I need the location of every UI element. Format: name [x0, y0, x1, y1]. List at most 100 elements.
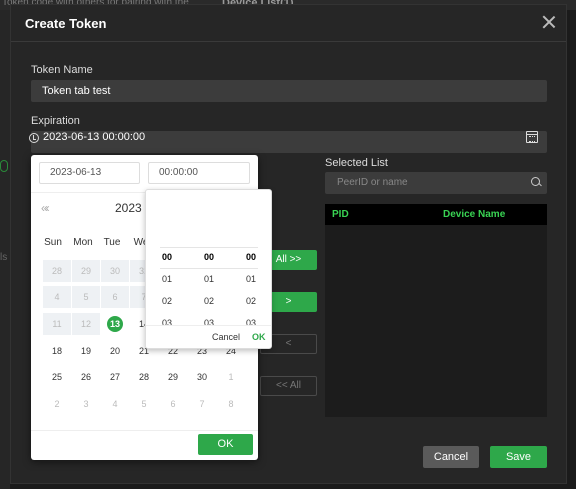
time-option-seconds[interactable]: 00: [236, 252, 266, 262]
picker-ok-button[interactable]: OK: [198, 434, 253, 455]
calendar-day[interactable]: 7: [188, 393, 216, 415]
calendar-day-number: 25: [51, 372, 62, 382]
calendar-day-number: 7: [199, 399, 205, 409]
picker-footer-divider: [31, 430, 258, 431]
selected-search-input[interactable]: PeerID or name: [325, 172, 547, 194]
calendar-day-number: 29: [167, 372, 178, 382]
token-name-label: Token Name: [31, 64, 93, 76]
time-option-minutes[interactable]: 01: [194, 274, 224, 284]
calendar-day-number: 27: [109, 372, 120, 382]
calendar-day[interactable]: 27: [101, 366, 129, 388]
calendar-day-number: 18: [51, 346, 62, 356]
calendar-day-number: 8: [228, 399, 234, 409]
calendar-day[interactable]: 20: [101, 340, 129, 362]
calendar-day[interactable]: 29: [72, 260, 100, 282]
calendar-day[interactable]: 26: [72, 366, 100, 388]
column-header-pid: PID: [332, 209, 349, 220]
calendar-day[interactable]: 12: [72, 313, 100, 335]
time-option-seconds[interactable]: 01: [236, 274, 266, 284]
calendar-day-number: 4: [112, 399, 118, 409]
calendar-day-number: 30: [196, 372, 207, 382]
calendar-day[interactable]: 11: [43, 313, 71, 335]
calendar-day[interactable]: 18: [43, 340, 71, 362]
calendar-day[interactable]: 13: [101, 313, 129, 335]
calendar-day-number: 2: [54, 399, 60, 409]
table-header: PID Device Name: [325, 204, 547, 225]
save-button[interactable]: Save: [490, 446, 547, 468]
time-footer-divider: [146, 325, 271, 326]
calendar-day-number: 28: [51, 266, 62, 276]
calendar-day-number: 6: [170, 399, 176, 409]
calendar-day[interactable]: 30: [188, 366, 216, 388]
calendar-day[interactable]: 6: [159, 393, 187, 415]
calendar-icon[interactable]: [526, 131, 538, 143]
expiration-value: 2023-06-13 00:00:00: [43, 131, 146, 143]
cancel-button[interactable]: Cancel: [423, 446, 479, 468]
search-icon[interactable]: [531, 177, 541, 187]
time-spinner-panel: 00 01 02 03 00 01 02 03 00 01 02 03 Cancel OK: [145, 189, 272, 349]
calendar-day[interactable]: 5: [72, 286, 100, 308]
calendar-day[interactable]: 3: [72, 393, 100, 415]
time-option-seconds[interactable]: 02: [236, 296, 266, 306]
selected-list-label: Selected List: [325, 157, 388, 169]
calendar-day[interactable]: 25: [43, 366, 71, 388]
dialog-title: Create Token: [25, 16, 107, 31]
calendar-day[interactable]: 28: [130, 366, 158, 388]
move-all-left-button[interactable]: << All: [260, 376, 317, 396]
search-placeholder: PeerID or name: [337, 177, 408, 188]
token-name-input[interactable]: Token tab test: [31, 80, 547, 102]
weekday-header: Mon: [73, 237, 93, 248]
calendar-day-number: 28: [138, 372, 149, 382]
weekday-header: Tue: [103, 237, 121, 248]
calendar-day-number: 11: [52, 319, 62, 329]
clock-icon: [29, 133, 39, 143]
time-option-minutes[interactable]: 00: [194, 252, 224, 262]
calendar-day-number: 5: [141, 399, 147, 409]
calendar-day[interactable]: 28: [43, 260, 71, 282]
calendar-day-number: 19: [80, 346, 91, 356]
dialog-header: Create Token: [11, 5, 566, 42]
picker-time-input[interactable]: 00:00:00: [148, 162, 250, 184]
calendar-day-number: 6: [112, 292, 118, 302]
time-option-hours[interactable]: 03: [152, 318, 182, 328]
calendar-day[interactable]: 8: [217, 393, 245, 415]
weekday-header: Sun: [44, 237, 62, 248]
close-icon[interactable]: [542, 15, 556, 29]
time-option-minutes[interactable]: 03: [194, 318, 224, 328]
background-left-column: [0, 10, 10, 489]
time-option-seconds[interactable]: 03: [236, 318, 266, 328]
selected-list-table: PID Device Name: [325, 204, 547, 417]
calendar-day-number: 12: [80, 319, 91, 329]
picker-year-label[interactable]: 2023: [115, 201, 142, 215]
calendar-day[interactable]: 5: [130, 393, 158, 415]
calendar-day[interactable]: 2: [43, 393, 71, 415]
calendar-day-number: 4: [54, 292, 60, 302]
time-option-hours[interactable]: 02: [152, 296, 182, 306]
calendar-day[interactable]: 4: [101, 393, 129, 415]
time-option-hours[interactable]: 01: [152, 274, 182, 284]
expiration-label: Expiration: [31, 115, 80, 127]
picker-date-input[interactable]: 2023-06-13: [39, 162, 140, 184]
calendar-day-number: 30: [109, 266, 120, 276]
calendar-day[interactable]: 30: [101, 260, 129, 282]
time-cancel-button[interactable]: Cancel: [212, 332, 240, 342]
time-option-minutes[interactable]: 02: [194, 296, 224, 306]
prev-year-month-icon[interactable]: «‹: [41, 201, 50, 215]
calendar-day[interactable]: 1: [217, 366, 245, 388]
calendar-day-number: 26: [80, 372, 91, 382]
calendar-day-number: 20: [109, 346, 120, 356]
calendar-day-number: 3: [83, 399, 89, 409]
column-header-device-name: Device Name: [443, 209, 506, 220]
background-left-text: ls: [0, 252, 8, 263]
calendar-day[interactable]: 29: [159, 366, 187, 388]
calendar-day-number: 13: [107, 316, 123, 332]
calendar-day[interactable]: 19: [72, 340, 100, 362]
calendar-day[interactable]: 6: [101, 286, 129, 308]
time-ok-button[interactable]: OK: [252, 332, 266, 342]
calendar-day-number: 1: [228, 372, 234, 382]
calendar-day[interactable]: 4: [43, 286, 71, 308]
calendar-day-number: 29: [80, 266, 91, 276]
calendar-day-number: 5: [83, 292, 89, 302]
background-status-dot: [0, 160, 8, 172]
time-option-hours[interactable]: 00: [152, 252, 182, 262]
